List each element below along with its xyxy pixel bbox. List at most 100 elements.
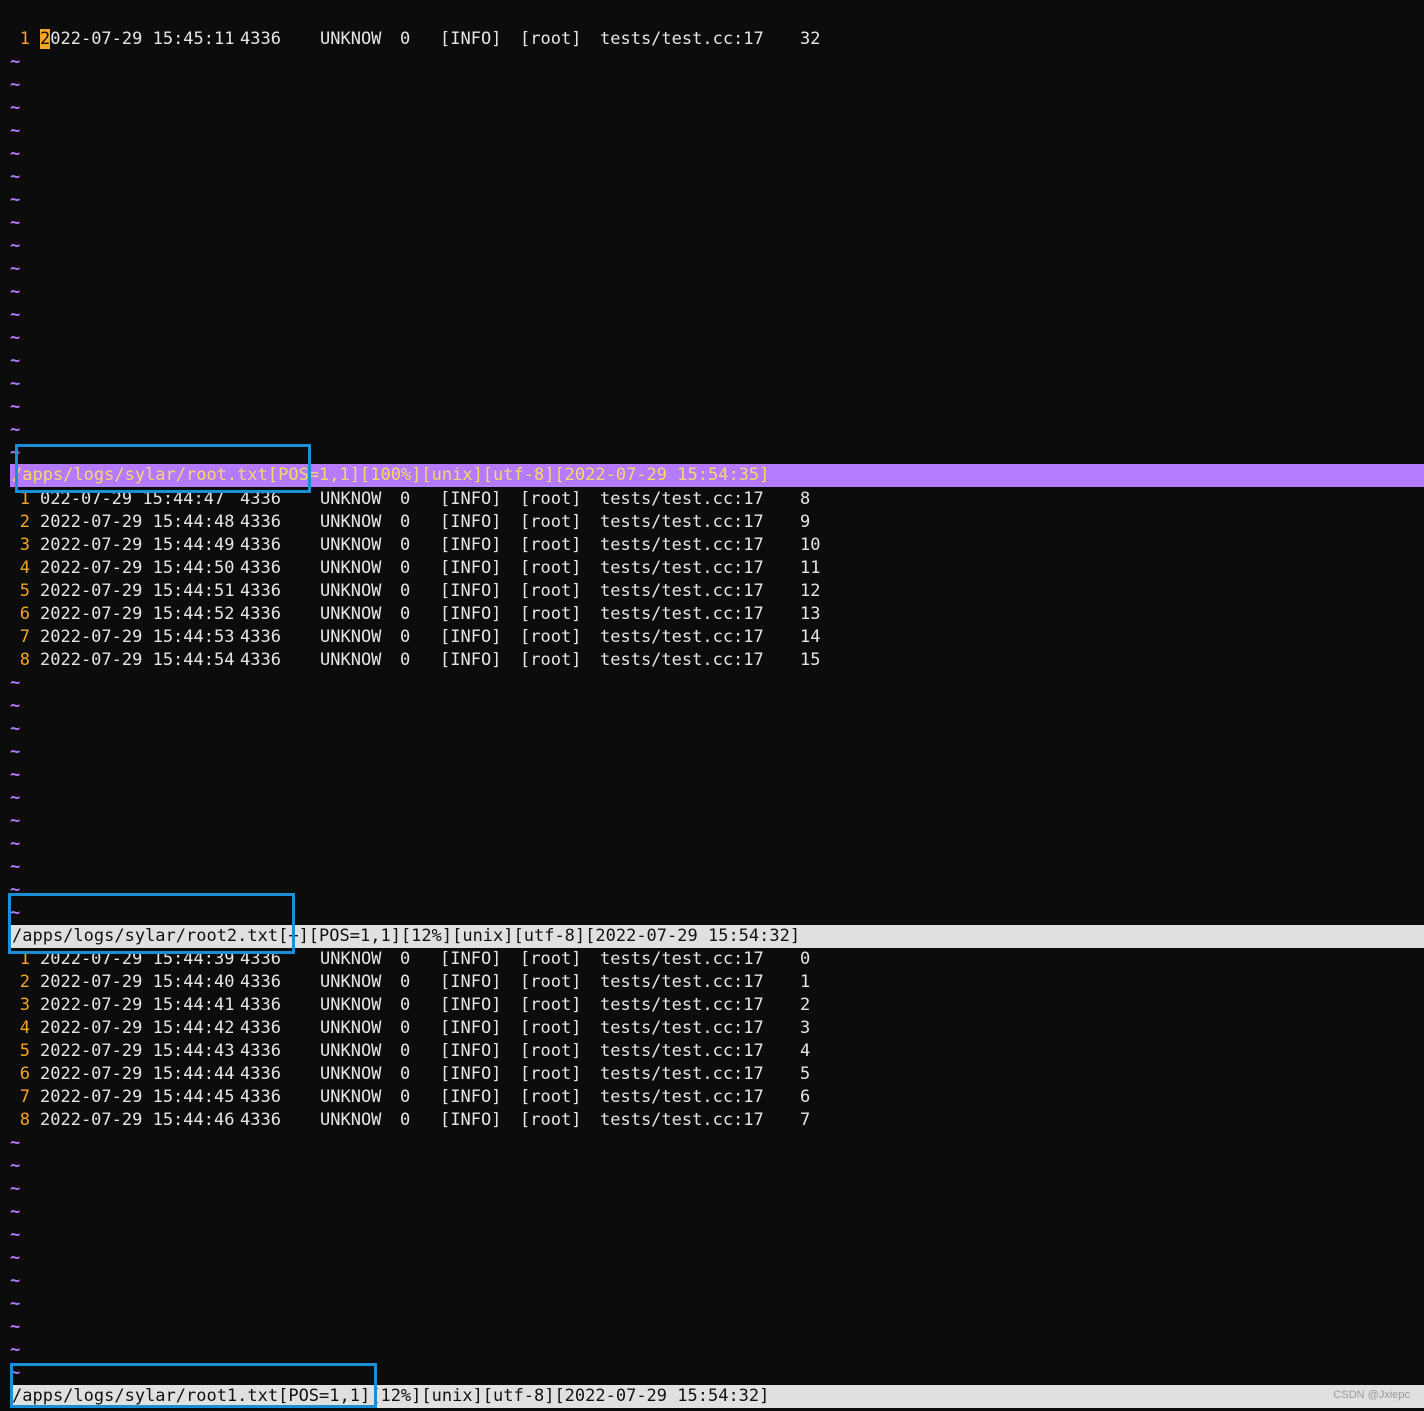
empty-line-tilde: ~ (10, 1271, 21, 1291)
log-thread-id: 4336 (240, 604, 281, 624)
log-line[interactable]: 7 2022-07-29 15:44:53 4336 UNKNOW 0 [INFO] [ro… (0, 626, 821, 649)
empty-line-tilde: ~ (10, 328, 21, 348)
log-line[interactable]: 3 2022-07-29 15:44:49 4336 UNKNOW 0 [INFO] [ro… (0, 534, 821, 557)
log-logger-name: [root] (520, 995, 582, 1015)
line-number: 4 (19, 1018, 30, 1038)
log-thread-id: 4336 (240, 1041, 281, 1061)
log-line[interactable]: 2 2022-07-29 15:44:40 4336 UNKNOW 0 [INFO] [ro… (0, 971, 811, 994)
log-message: 11 (800, 558, 821, 578)
log-line[interactable]: 5 2022-07-29 15:44:43 4336 UNKNOW 0 [INFO] [ro… (0, 1040, 811, 1063)
log-fiber-id: 0 (400, 650, 411, 670)
log-thread-id: 4336 (240, 1087, 281, 1107)
log-message: 15 (800, 650, 821, 670)
status-line-top[interactable]: /apps/logs/sylar/root.txt[POS=1,1][100%]… (10, 464, 1424, 487)
empty-line-tilde: ~ (10, 374, 21, 394)
log-message: 9 (800, 512, 811, 532)
line-number: 8 (19, 1110, 30, 1130)
log-fiber-id: 0 (400, 949, 411, 969)
log-fiber-id: 0 (400, 604, 411, 624)
log-thread-id: 4336 (240, 995, 281, 1015)
log-message: 0 (800, 949, 811, 969)
empty-line-tilde: ~ (10, 857, 21, 877)
log-timestamp: 2022-07-29 15:44:53 (40, 627, 235, 647)
line-number: 5 (19, 581, 30, 601)
empty-line-tilde: ~ (10, 167, 21, 187)
empty-line-tilde: ~ (10, 52, 21, 72)
log-fiber-id: 0 (400, 1110, 411, 1130)
log-fiber-id: 0 (400, 489, 411, 509)
log-timestamp: 2022-07-29 15:44:42 (40, 1018, 235, 1038)
log-thread-name: UNKNOW (320, 29, 382, 49)
log-source-file: tests/test.cc:17 (600, 558, 764, 578)
empty-line-tilde: ~ (10, 742, 21, 762)
log-thread-name: UNKNOW (320, 949, 382, 969)
log-message: 1 (800, 972, 811, 992)
log-source-file: tests/test.cc:17 (600, 949, 764, 969)
log-fiber-id: 0 (400, 29, 411, 49)
log-timestamp: 2022-07-29 15:44:51 (40, 581, 235, 601)
log-timestamp: 2022-07-29 15:44:50 (40, 558, 235, 578)
empty-line-tilde: ~ (10, 765, 21, 785)
log-thread-name: UNKNOW (320, 1110, 382, 1130)
empty-line-tilde: ~ (10, 397, 21, 417)
log-line[interactable]: 1 2022-07-29 15:45:11 4336 UNKNOW 0 [INFO] [ro… (0, 28, 820, 51)
log-source-file: tests/test.cc:17 (600, 650, 764, 670)
empty-line-tilde: ~ (10, 282, 21, 302)
log-line[interactable]: 7 2022-07-29 15:44:45 4336 UNKNOW 0 [INFO] [ro… (0, 1086, 811, 1109)
line-number: 1 (19, 29, 30, 49)
log-logger-name: [root] (520, 489, 582, 509)
empty-line-tilde: ~ (10, 1317, 21, 1337)
status-line-bottom[interactable]: /apps/logs/sylar/root1.txt[POS=1,1][12%]… (10, 1385, 1424, 1408)
log-line[interactable]: 3 2022-07-29 15:44:41 4336 UNKNOW 0 [INFO] [ro… (0, 994, 811, 1017)
log-line[interactable]: 8 2022-07-29 15:44:54 4336 UNKNOW 0 [INFO] [ro… (0, 649, 821, 672)
log-line[interactable]: 4 2022-07-29 15:44:50 4336 UNKNOW 0 [INFO] [ro… (0, 557, 821, 580)
log-timestamp: 2022-07-29 15:44:52 (40, 604, 235, 624)
log-logger-name: [root] (520, 1018, 582, 1038)
log-fiber-id: 0 (400, 1064, 411, 1084)
empty-line-tilde: ~ (10, 236, 21, 256)
log-source-file: tests/test.cc:17 (600, 535, 764, 555)
log-level: [INFO] (440, 650, 502, 670)
log-logger-name: [root] (520, 29, 582, 49)
line-number: 8 (19, 650, 30, 670)
log-source-file: tests/test.cc:17 (600, 489, 764, 509)
log-logger-name: [root] (520, 1064, 582, 1084)
status-line-middle[interactable]: /apps/logs/sylar/root2.txt[+][POS=1,1][1… (10, 925, 1424, 948)
empty-line-tilde: ~ (10, 351, 21, 371)
log-level: [INFO] (440, 1064, 502, 1084)
log-line[interactable]: 5 2022-07-29 15:44:51 4336 UNKNOW 0 [INFO] [ro… (0, 580, 821, 603)
log-level: [INFO] (440, 512, 502, 532)
log-timestamp: 022-07-29 15:44:47 (40, 489, 225, 509)
log-logger-name: [root] (520, 972, 582, 992)
log-line[interactable]: 6 2022-07-29 15:44:52 4336 UNKNOW 0 [INFO] [ro… (0, 603, 821, 626)
log-line[interactable]: 1 2022-07-29 15:44:39 4336 UNKNOW 0 [INFO] [ro… (0, 948, 811, 971)
log-thread-id: 4336 (240, 1064, 281, 1084)
log-source-file: tests/test.cc:17 (600, 604, 764, 624)
log-source-file: tests/test.cc:17 (600, 1041, 764, 1061)
log-level: [INFO] (440, 489, 502, 509)
log-line[interactable]: 6 2022-07-29 15:44:44 4336 UNKNOW 0 [INFO] [ro… (0, 1063, 811, 1086)
log-line[interactable]: 1 022-07-29 15:44:47 4336 UNKNOW 0 [INFO] [roo… (0, 488, 811, 511)
empty-line-tilde: ~ (10, 1133, 21, 1153)
empty-line-tilde: ~ (10, 259, 21, 279)
log-fiber-id: 0 (400, 627, 411, 647)
log-timestamp: 2022-07-29 15:44:43 (40, 1041, 235, 1061)
log-timestamp: 2022-07-29 15:44:44 (40, 1064, 235, 1084)
log-timestamp: 2022-07-29 15:44:48 (40, 512, 235, 532)
log-line[interactable]: 8 2022-07-29 15:44:46 4336 UNKNOW 0 [INFO] [ro… (0, 1109, 811, 1132)
log-thread-id: 4336 (240, 581, 281, 601)
log-message: 10 (800, 535, 821, 555)
log-level: [INFO] (440, 1041, 502, 1061)
log-message: 13 (800, 604, 821, 624)
log-timestamp: 2022-07-29 15:44:41 (40, 995, 235, 1015)
log-message: 14 (800, 627, 821, 647)
log-timestamp-rest: 022-07-29 15:45:11 (50, 29, 235, 49)
log-logger-name: [root] (520, 650, 582, 670)
log-thread-name: UNKNOW (320, 489, 382, 509)
log-fiber-id: 0 (400, 972, 411, 992)
log-message: 5 (800, 1064, 811, 1084)
empty-line-tilde: ~ (10, 903, 21, 923)
log-line[interactable]: 4 2022-07-29 15:44:42 4336 UNKNOW 0 [INFO] [ro… (0, 1017, 811, 1040)
log-source-file: tests/test.cc:17 (600, 995, 764, 1015)
log-line[interactable]: 2 2022-07-29 15:44:48 4336 UNKNOW 0 [INFO] [ro… (0, 511, 811, 534)
